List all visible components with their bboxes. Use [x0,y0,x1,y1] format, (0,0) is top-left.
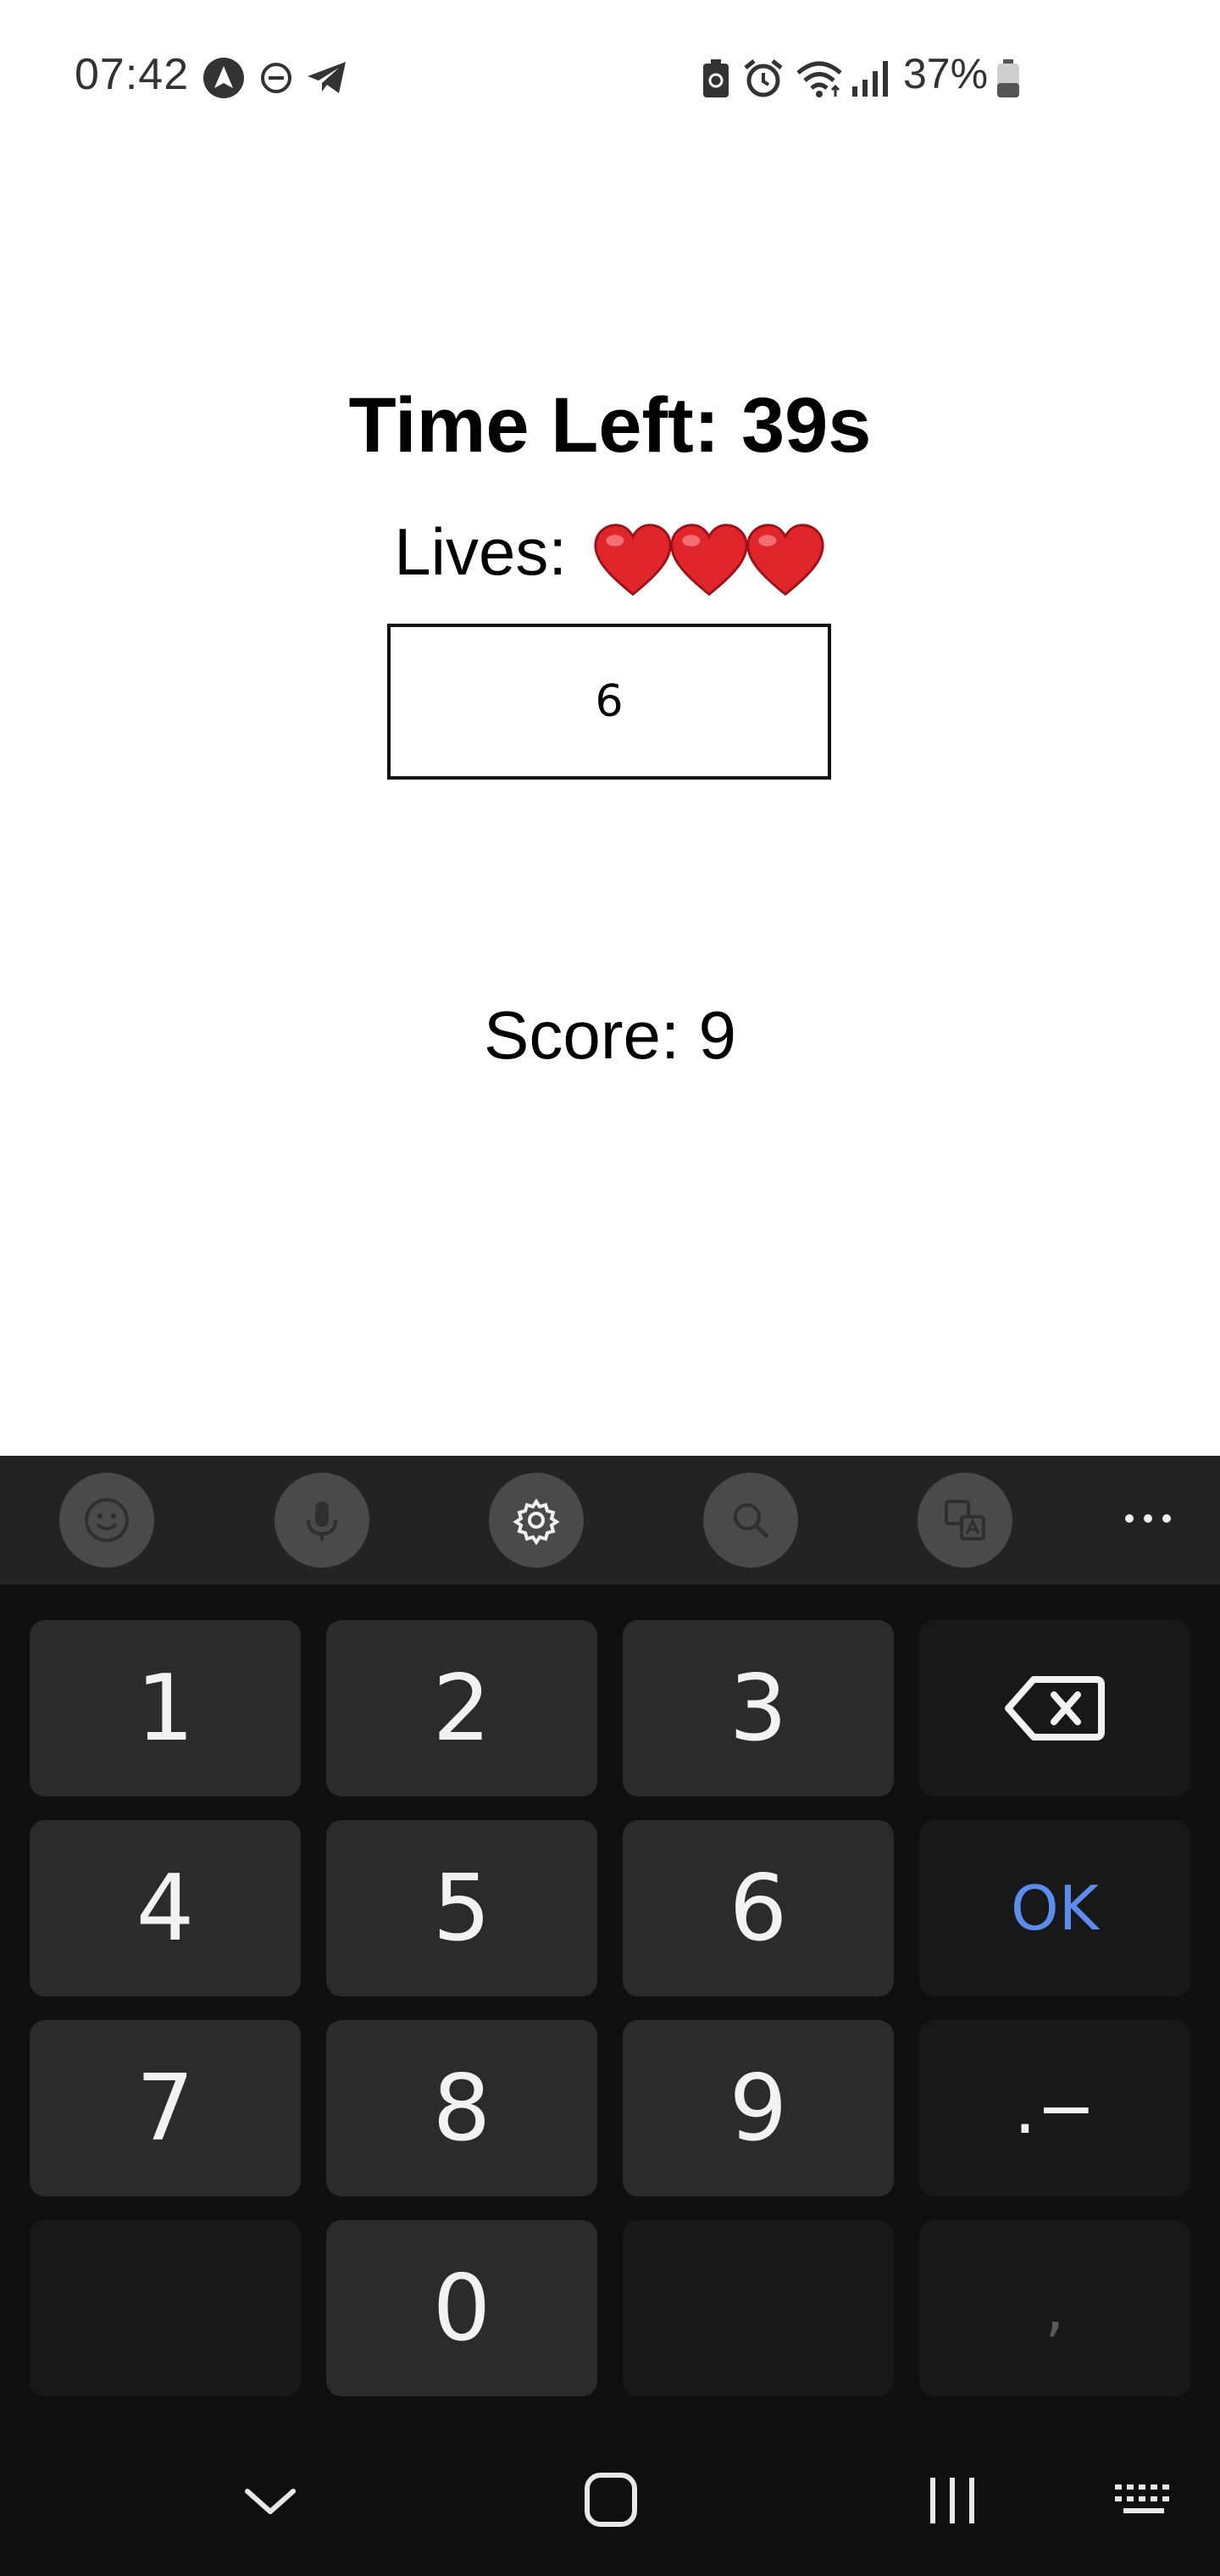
backspace-key[interactable] [919,1620,1190,1796]
battery-icon [997,59,1019,97]
lives-hearts [594,516,826,597]
telegram-icon [308,62,346,93]
do-not-disturb-icon [261,63,291,93]
lives-label: Lives: [394,514,568,589]
keyboard-toolbar [0,1456,1220,1585]
settings-icon [513,1498,560,1546]
numeric-keypad: 1 2 3 4 5 6 OK 7 8 9 .− 0 , [0,1585,1220,2576]
battery-saver-icon [703,59,729,97]
key-7[interactable]: 7 [30,2020,301,2196]
status-bar: 07:42 37% [0,0,1220,161]
key-9[interactable]: 9 [623,2020,894,2196]
home-icon[interactable] [583,2471,639,2529]
dot-dash-key[interactable]: .− [919,2020,1190,2196]
search-button[interactable] [703,1473,798,1568]
wifi-icon [796,61,842,97]
time-left-label: Time Left: 39s [348,382,872,469]
settings-button[interactable] [489,1473,584,1568]
key-3[interactable]: 3 [623,1620,894,1796]
key-5[interactable]: 5 [326,1820,597,1996]
signal-icon [852,61,888,97]
blank-key-left [30,2220,301,2396]
more-icon [1125,1514,1171,1523]
emoji-icon [85,1498,129,1542]
key-2[interactable]: 2 [326,1620,597,1796]
keyboard-switch-icon[interactable] [1113,2481,1176,2520]
ok-key[interactable]: OK [919,1820,1190,1996]
key-4[interactable]: 4 [30,1820,301,1996]
score-label: Score: 9 [484,997,736,1073]
status-time: 07:42 [75,50,190,99]
heart-icon [746,523,824,596]
hide-keyboard-icon[interactable] [241,2479,300,2522]
key-1[interactable]: 1 [30,1620,301,1796]
key-6[interactable]: 6 [623,1820,894,1996]
microphone-icon [307,1502,337,1541]
blank-key-right [623,2220,894,2396]
answer-value: 6 [595,676,624,727]
backspace-icon [1005,1676,1105,1740]
key-8[interactable]: 8 [326,2020,597,2196]
recents-icon[interactable] [925,2474,979,2527]
emoji-button[interactable] [59,1473,154,1568]
translate-icon [945,1500,985,1541]
search-icon [734,1503,769,1539]
navigation-icon [203,58,244,98]
key-0[interactable]: 0 [326,2220,597,2396]
navigation-bar [0,2440,1220,2576]
heart-icon [594,523,672,596]
lives-row: Lives: [0,514,1220,598]
battery-percent: 37% [903,50,989,97]
more-options-button[interactable] [1118,1493,1178,1544]
heart-icon [670,523,748,596]
comma-key[interactable]: , [919,2220,1190,2396]
answer-input[interactable]: 6 [387,624,831,780]
translate-button[interactable] [918,1473,1012,1568]
voice-input-button[interactable] [274,1473,369,1568]
alarm-icon [744,59,783,97]
